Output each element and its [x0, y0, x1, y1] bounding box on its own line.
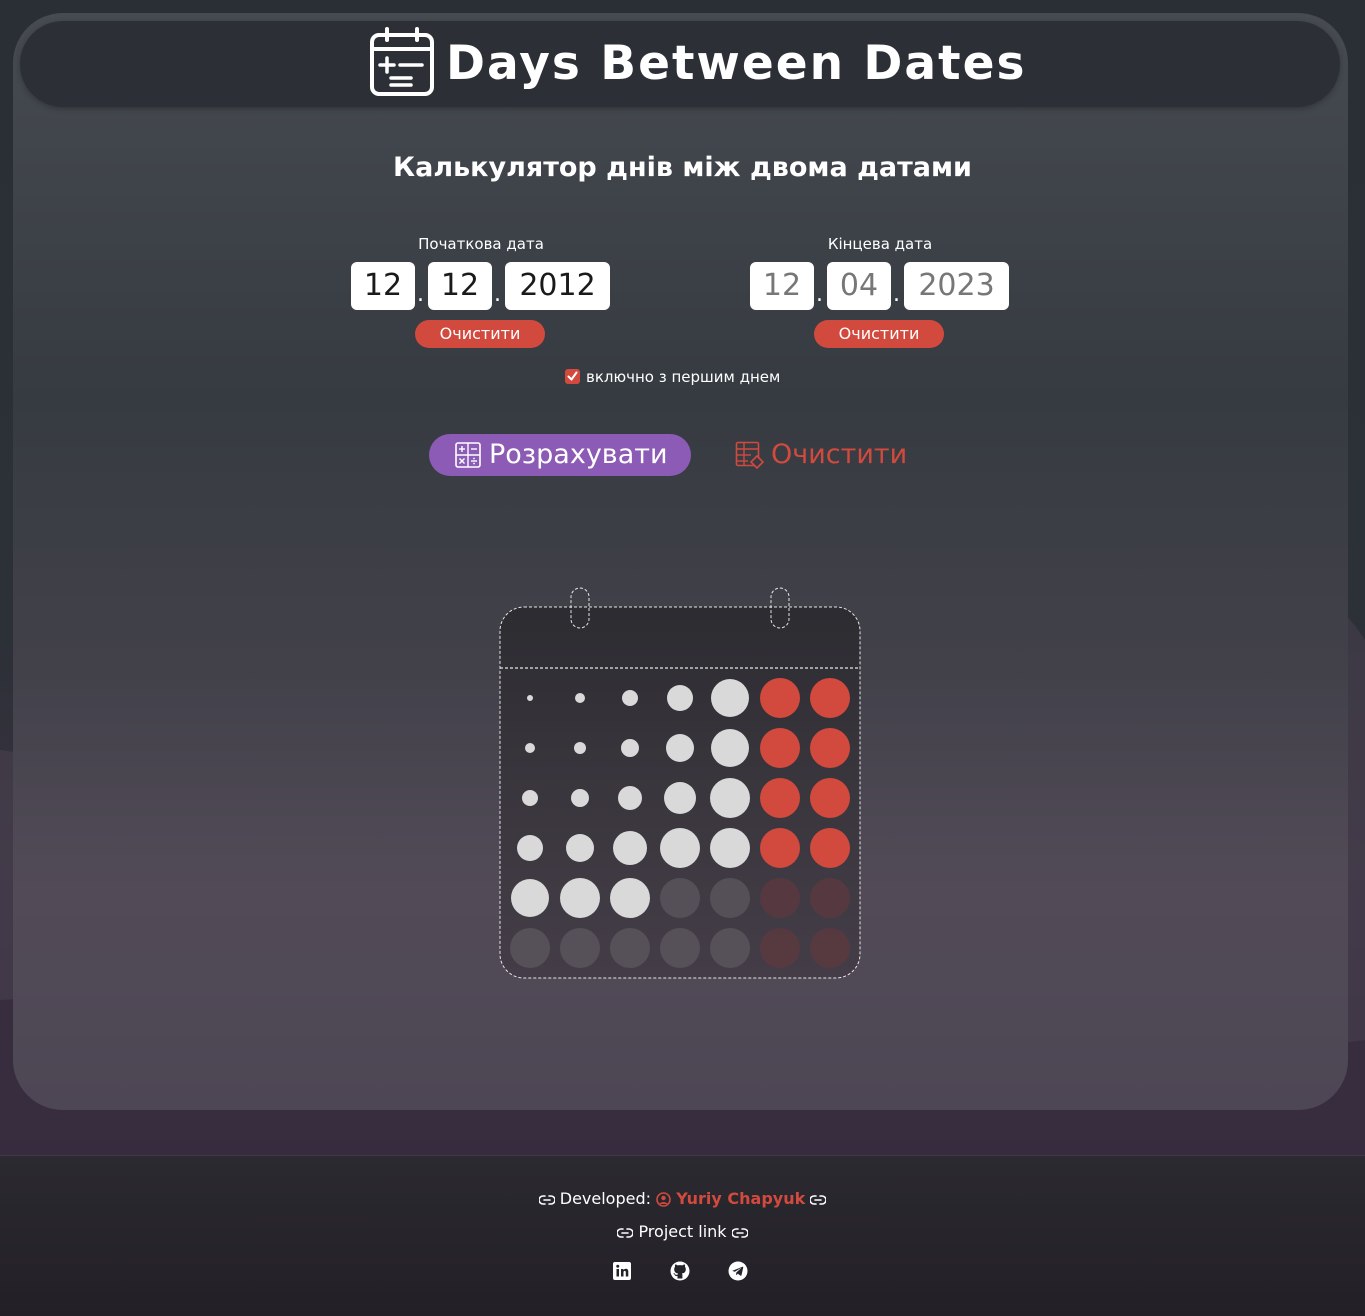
- checkmark-icon: [567, 371, 578, 381]
- calendar-dot: [574, 742, 586, 754]
- calendar-dot: [522, 790, 538, 806]
- calendar-dot: [664, 782, 696, 814]
- end-date-fields: 12 . 04 . 2023: [750, 262, 1010, 312]
- page-subtitle: Калькулятор днів між двома датами: [393, 152, 972, 183]
- start-date-group: Початкова дата 12 . 12 . 2012: [351, 234, 611, 312]
- calendar-dot: [760, 878, 800, 918]
- calendar-dot: [710, 928, 750, 968]
- calendar-dot: [660, 928, 700, 968]
- clear-start-date-button[interactable]: Очистити: [415, 320, 545, 348]
- calendar-dot: [810, 728, 850, 768]
- start-day-input[interactable]: 12: [351, 262, 415, 310]
- calendar-dot: [610, 928, 650, 968]
- github-icon[interactable]: [670, 1261, 690, 1281]
- calendar-dot: [711, 729, 749, 767]
- developed-label: Developed:: [559, 1189, 652, 1208]
- calendar-dot: [760, 778, 800, 818]
- calendar-dot: [527, 695, 533, 701]
- calendar-dot: [810, 928, 850, 968]
- calendar-dot: [660, 828, 700, 868]
- calendar-illustration: [499, 587, 861, 979]
- calendar-dot: [525, 743, 535, 753]
- reset-button-label: Очистити: [771, 439, 908, 470]
- calendar-dot: [660, 878, 700, 918]
- link-icon: [731, 1227, 748, 1238]
- calculator-icon: [455, 442, 481, 468]
- start-month-input[interactable]: 12: [428, 262, 492, 310]
- link-icon: [810, 1194, 827, 1205]
- calendar-dot: [710, 778, 750, 818]
- calendar-dot: [760, 728, 800, 768]
- include-first-day-checkbox[interactable]: [565, 369, 580, 384]
- table-eraser-icon: [735, 441, 765, 469]
- calendar-dot: [710, 828, 750, 868]
- calendar-dot: [666, 734, 694, 762]
- calendar-dot: [760, 828, 800, 868]
- user-circle-icon: [656, 1192, 671, 1207]
- calendar-dot: [711, 679, 749, 717]
- start-year-input[interactable]: 2012: [505, 262, 610, 310]
- app-title: Days Between Dates: [446, 36, 1027, 91]
- include-first-day-row: включно з першим днем: [565, 366, 780, 386]
- calendar-dot: [622, 690, 638, 706]
- calendar-dot: [511, 879, 549, 917]
- calendar-dot: [560, 878, 600, 918]
- start-date-fields: 12 . 12 . 2012: [351, 262, 611, 312]
- calendar-dot: [618, 786, 642, 810]
- calendar-dot: [667, 685, 693, 711]
- start-date-label: Початкова дата: [418, 235, 544, 253]
- calendar-dot: [760, 678, 800, 718]
- end-month-input[interactable]: 04: [827, 262, 891, 310]
- link-icon: [617, 1227, 634, 1238]
- calendar-dot: [517, 835, 543, 861]
- calculate-button-label: Розрахувати: [489, 439, 668, 470]
- date-separator: .: [417, 282, 424, 307]
- end-date-group: Кінцева дата 12 . 04 . 2023: [750, 234, 1010, 312]
- calendar-dot: [810, 678, 850, 718]
- end-year-input[interactable]: 2023: [904, 262, 1009, 310]
- date-separator: .: [816, 282, 823, 307]
- clear-end-date-button[interactable]: Очистити: [814, 320, 944, 348]
- calendar-dot: [710, 878, 750, 918]
- calendar-dot: [810, 828, 850, 868]
- date-separator: .: [893, 282, 900, 307]
- developed-row: Developed: Yuriy Chapyuk: [0, 1189, 1365, 1208]
- calendar-dot: [566, 834, 594, 862]
- calendar-dot: [510, 928, 550, 968]
- project-link-row: Project link: [0, 1222, 1365, 1241]
- telegram-icon[interactable]: [728, 1261, 748, 1281]
- reset-button[interactable]: Очистити: [735, 434, 915, 476]
- project-link[interactable]: Project link: [638, 1222, 726, 1241]
- calendar-dot: [810, 778, 850, 818]
- linkedin-icon[interactable]: [612, 1261, 632, 1281]
- calendar-dot: [810, 878, 850, 918]
- calendar-dot: [613, 831, 647, 865]
- calendar-dot: [610, 878, 650, 918]
- calendar-dot: [571, 789, 589, 807]
- end-date-label: Кінцева дата: [827, 235, 933, 253]
- calendar-plus-minus-icon: [370, 27, 434, 96]
- end-day-input[interactable]: 12: [750, 262, 814, 310]
- calculate-button[interactable]: Розрахувати: [429, 434, 691, 476]
- calendar-dot: [560, 928, 600, 968]
- calendar-dot: [621, 739, 639, 757]
- developer-name-link[interactable]: Yuriy Chapyuk: [676, 1189, 805, 1208]
- link-icon: [538, 1194, 555, 1205]
- date-separator: .: [494, 282, 501, 307]
- include-first-day-label: включно з першим днем: [586, 367, 781, 386]
- calendar-dot: [575, 693, 585, 703]
- calendar-dot: [760, 928, 800, 968]
